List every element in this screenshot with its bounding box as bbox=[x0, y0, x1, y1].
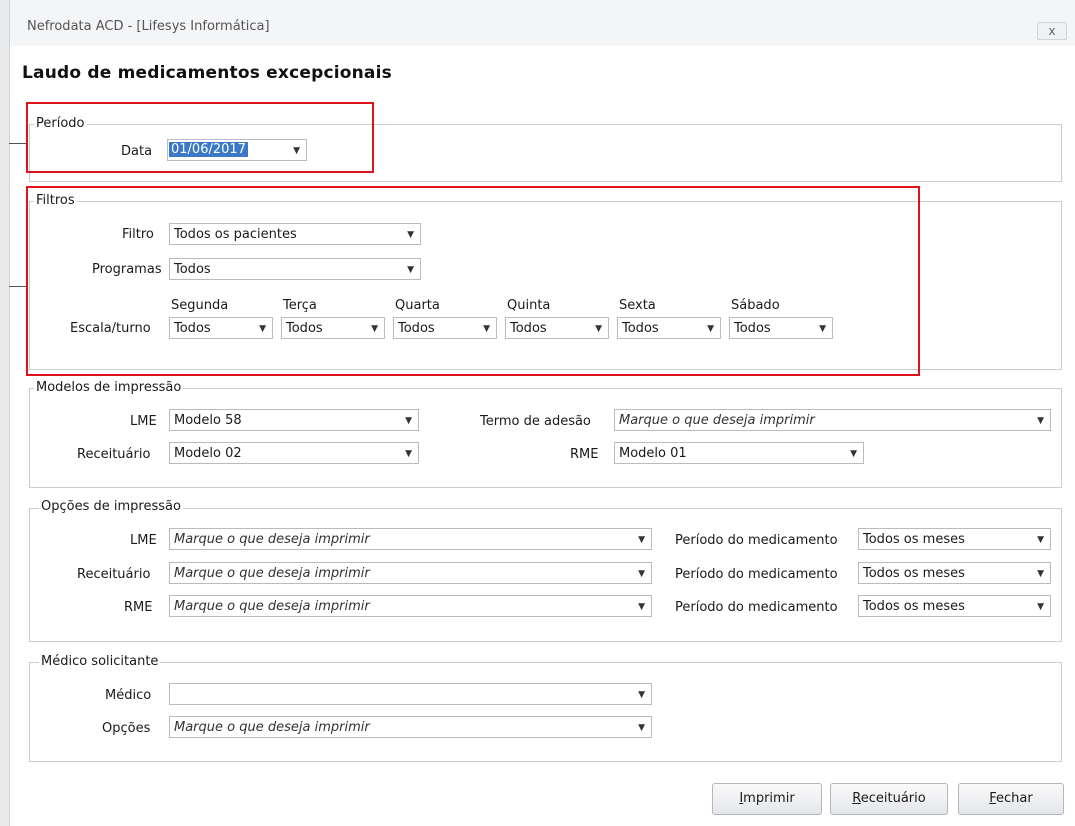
rme-model-label: RME bbox=[570, 447, 599, 462]
periodo-medicamento-label: Período do medicamento bbox=[675, 533, 838, 548]
opcoes-receituario-select[interactable]: Marque o que deseja imprimir ▼ bbox=[169, 562, 652, 584]
periodo-highlight-box bbox=[26, 102, 374, 173]
periodo-medicamento-value: Todos os meses bbox=[863, 566, 965, 581]
imprimir-label: mprimir bbox=[743, 791, 795, 806]
fechar-mnemonic: F bbox=[989, 791, 997, 806]
receituario-model-value: Modelo 02 bbox=[174, 446, 242, 461]
modelos-legend: Modelos de impressão bbox=[34, 380, 184, 395]
termo-adesao-label: Termo de adesão bbox=[480, 414, 591, 429]
opcoes-lme-select[interactable]: Marque o que deseja imprimir ▼ bbox=[169, 528, 652, 550]
chevron-down-icon[interactable]: ▼ bbox=[638, 690, 645, 700]
receituario-model-select[interactable]: Modelo 02 ▼ bbox=[169, 442, 419, 464]
chevron-down-icon[interactable]: ▼ bbox=[850, 449, 857, 459]
opcoes-lme-value: Marque o que deseja imprimir bbox=[174, 532, 370, 547]
chevron-down-icon[interactable]: ▼ bbox=[1037, 535, 1044, 545]
termo-adesao-value: Marque o que deseja imprimir bbox=[619, 413, 815, 428]
chevron-down-icon[interactable]: ▼ bbox=[1037, 416, 1044, 426]
lme-model-label: LME bbox=[130, 414, 157, 429]
periodo-medicamento-label: Período do medicamento bbox=[675, 600, 838, 615]
chevron-down-icon[interactable]: ▼ bbox=[638, 723, 645, 733]
rme-model-select[interactable]: Modelo 01 ▼ bbox=[614, 442, 864, 464]
rme-model-value: Modelo 01 bbox=[619, 446, 687, 461]
window-title: Nefrodata ACD - [Lifesys Informática] bbox=[27, 19, 270, 34]
opcoes-receituario-value: Marque o que deseja imprimir bbox=[174, 566, 370, 581]
opcoes-rme-label: RME bbox=[124, 600, 153, 615]
medico-select[interactable]: ▼ bbox=[169, 683, 652, 705]
opcoes-lme-label: LME bbox=[130, 533, 157, 548]
opcoes-rme-value: Marque o que deseja imprimir bbox=[174, 599, 370, 614]
receituario-mnemonic: R bbox=[852, 791, 861, 806]
chevron-down-icon[interactable]: ▼ bbox=[638, 569, 645, 579]
periodo-medicamento-rme-select[interactable]: Todos os meses ▼ bbox=[858, 595, 1051, 617]
fechar-label: echar bbox=[996, 791, 1033, 806]
opcoes-rme-select[interactable]: Marque o que deseja imprimir ▼ bbox=[169, 595, 652, 617]
periodo-medicamento-label: Período do medicamento bbox=[675, 567, 838, 582]
periodo-medicamento-receituario-select[interactable]: Todos os meses ▼ bbox=[858, 562, 1051, 584]
receituario-model-label: Receituário bbox=[77, 447, 151, 462]
imprimir-button[interactable]: Imprimir bbox=[712, 783, 822, 815]
page-title: Laudo de medicamentos excepcionais bbox=[22, 63, 392, 83]
medico-opcoes-label: Opções bbox=[102, 721, 151, 736]
chevron-down-icon[interactable]: ▼ bbox=[405, 416, 412, 426]
filtros-callout-line bbox=[9, 286, 26, 287]
filtros-highlight-box bbox=[26, 186, 920, 376]
chevron-down-icon[interactable]: ▼ bbox=[1037, 569, 1044, 579]
receituario-label: eceituário bbox=[860, 791, 926, 806]
medico-legend: Médico solicitante bbox=[39, 654, 161, 669]
chevron-down-icon[interactable]: ▼ bbox=[405, 449, 412, 459]
chevron-down-icon[interactable]: ▼ bbox=[1037, 602, 1044, 612]
medico-label: Médico bbox=[105, 688, 152, 703]
opcoes-receituario-label: Receituário bbox=[77, 567, 151, 582]
termo-adesao-select[interactable]: Marque o que deseja imprimir ▼ bbox=[614, 409, 1051, 431]
lme-model-value: Modelo 58 bbox=[174, 413, 242, 428]
window-left-edge bbox=[0, 0, 10, 826]
medico-opcoes-value: Marque o que deseja imprimir bbox=[174, 720, 370, 735]
lme-model-select[interactable]: Modelo 58 ▼ bbox=[169, 409, 419, 431]
close-button[interactable]: x bbox=[1037, 22, 1067, 40]
medico-group bbox=[29, 662, 1062, 762]
periodo-medicamento-lme-select[interactable]: Todos os meses ▼ bbox=[858, 528, 1051, 550]
chevron-down-icon[interactable]: ▼ bbox=[638, 535, 645, 545]
receituario-button[interactable]: Receituário bbox=[830, 783, 948, 815]
periodo-medicamento-value: Todos os meses bbox=[863, 532, 965, 547]
periodo-medicamento-value: Todos os meses bbox=[863, 599, 965, 614]
modelos-group bbox=[29, 388, 1062, 488]
chevron-down-icon[interactable]: ▼ bbox=[638, 602, 645, 612]
medico-opcoes-select[interactable]: Marque o que deseja imprimir ▼ bbox=[169, 716, 652, 738]
periodo-callout-line bbox=[9, 143, 26, 144]
fechar-button[interactable]: Fechar bbox=[958, 783, 1064, 815]
opcoes-legend: Opções de impressão bbox=[39, 499, 183, 514]
